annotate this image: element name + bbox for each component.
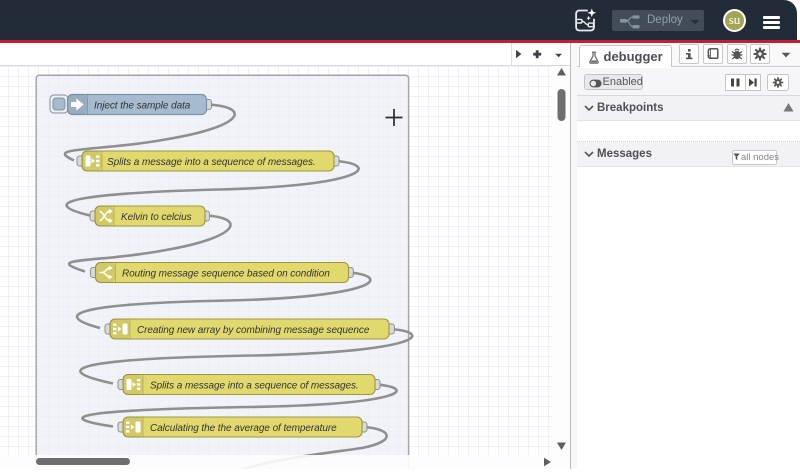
svg-text:Creating new array by combinin: Creating new array by combining message … xyxy=(137,325,370,336)
svg-text:Routing message sequence based: Routing message sequence based on condit… xyxy=(122,269,330,280)
svg-text:Splits a message into a sequen: Splits a message into a sequence of mess… xyxy=(107,157,316,168)
svg-text:Splits a message into a sequen: Splits a message into a sequence of mess… xyxy=(150,381,359,392)
svg-text:Inject the sample data: Inject the sample data xyxy=(94,101,191,112)
svg-text:Kelvin to celcius: Kelvin to celcius xyxy=(121,212,192,223)
svg-text:Calculating the the average of: Calculating the the average of temperatu… xyxy=(150,423,337,434)
